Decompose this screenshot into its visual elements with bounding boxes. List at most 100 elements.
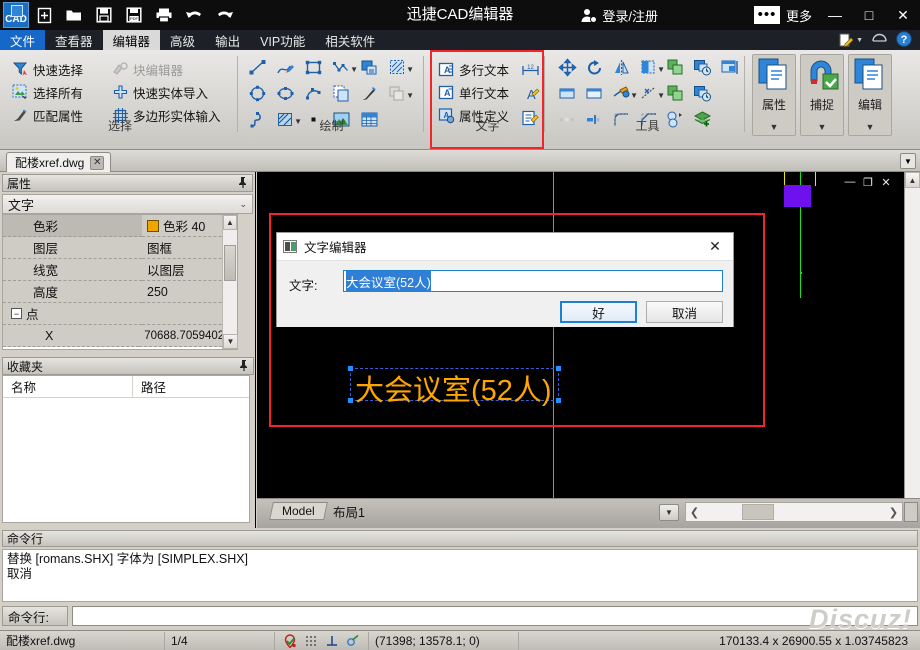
dimension-icon[interactable]: 12 [518,58,542,82]
offset-time-icon[interactable] [690,55,714,79]
table-row[interactable]: 色彩 色彩 40 ⌄ [3,215,237,237]
polar-icon[interactable] [346,634,360,648]
menu-item-vip[interactable]: VIP功能 [250,30,315,50]
text-input[interactable]: 大会议室(52人) [343,270,723,292]
rectangle-icon[interactable] [301,55,325,79]
table-row[interactable]: 线宽 以图层 [3,259,237,281]
copy-icon[interactable] [663,55,687,79]
help-icon[interactable]: ? [896,30,912,50]
multi-copy-icon[interactable]: ▼ [385,81,414,105]
canvas-text-entity[interactable]: 大会议室(52人) [355,367,552,409]
select-all-button[interactable]: 选择所有 [10,81,85,104]
maximize-button[interactable]: □ [852,0,886,30]
more-menu[interactable]: ••• 更多 [753,0,812,30]
table-row-group[interactable]: − 点 [3,303,237,325]
snap-big-button[interactable]: 捕捉 ▼ [800,54,844,136]
stretch-icon[interactable] [690,81,714,105]
scroll-left-icon[interactable]: ❮ [686,503,703,521]
menu-item-viewer[interactable]: 查看器 [45,30,103,50]
text-style-icon[interactable]: A [518,82,542,106]
explode-icon[interactable] [555,81,579,105]
scale-dropdown-icon[interactable]: ▼ [636,81,665,105]
move-icon[interactable] [555,55,579,79]
document-tab[interactable]: 配楼xref.dwg ✕ [6,152,112,172]
scroll-right-icon[interactable]: ❯ [885,503,902,521]
chevron-down-icon[interactable]: ▼ [770,122,779,132]
tab-model[interactable]: Model [269,502,328,520]
minimize-button[interactable]: — [818,0,852,30]
table-row[interactable]: X 70688.705940239 [3,325,237,347]
array-icon[interactable] [663,81,687,105]
overflow-dots-icon[interactable]: ••• [753,6,780,24]
canvas-vertical-scrollbar[interactable]: ▲ [904,172,920,498]
ellipse-icon[interactable] [273,81,297,105]
mdi-close-button[interactable]: ✕ [880,176,892,189]
singleline-text-button[interactable]: A 单行文本 [436,81,511,104]
ortho-icon[interactable] [325,634,339,648]
tab-overflow-button[interactable]: ▼ [900,153,916,169]
properties-big-button[interactable]: 属性 ▼ [752,54,796,136]
align-icon[interactable] [717,55,741,79]
save-icon[interactable] [89,0,119,30]
scroll-thumb[interactable] [224,245,236,281]
chevron-down-icon[interactable]: ▼ [406,91,414,100]
favorites-column-path[interactable]: 路径 [133,376,166,397]
chevron-down-icon[interactable]: ▼ [818,122,827,132]
rotate-icon[interactable] [582,55,606,79]
login-button[interactable]: 登录/注册 [580,0,658,30]
scroll-down-icon[interactable]: ▼ [223,334,238,349]
block-rectangle[interactable] [784,185,811,207]
new-icon[interactable] [29,0,59,30]
tab-layout1[interactable]: 布局1 [333,502,365,520]
home-icon[interactable] [872,33,887,48]
ok-button[interactable]: 好 [560,301,637,323]
pin-icon[interactable] [239,359,249,374]
close-button[interactable]: ✕ [886,0,920,30]
hscroll-thumb[interactable] [742,504,774,520]
scroll-up-icon[interactable]: ▲ [905,172,920,188]
mdi-restore-button[interactable]: ❐ [862,176,874,189]
properties-section-header[interactable]: 文字 ⌄ [2,194,253,214]
more-label[interactable]: 更多 [786,6,812,25]
open-icon[interactable] [59,0,89,30]
properties-scrollbar[interactable]: ▲ ▼ [222,215,238,349]
canvas-horizontal-scrollbar[interactable]: ❮ ❯ [685,502,903,522]
table-row[interactable]: 高度 250 [3,281,237,303]
redo-icon[interactable] [209,0,239,30]
hatch-region-icon[interactable]: ▼ [385,55,414,79]
menu-item-editor[interactable]: 编辑器 [102,30,161,50]
grid-icon[interactable] [304,634,318,648]
line-icon[interactable] [245,55,269,79]
scroll-up-icon[interactable]: ▲ [223,215,237,230]
favorites-column-name[interactable]: 名称 [3,376,133,397]
command-input[interactable] [72,606,918,626]
save-pdf-icon[interactable]: PDF [119,0,149,30]
chevron-down-icon[interactable]: ▼ [866,122,875,132]
osnap-icon[interactable] [283,633,297,648]
mirror-icon[interactable] [609,55,633,79]
menu-item-advanced[interactable]: 高级 [160,30,205,50]
drawing-canvas[interactable]: — ❐ ✕ ▲ [257,172,920,498]
edit-big-button[interactable]: 编辑 ▼ [848,54,892,136]
table-row[interactable]: 图层 图框 [3,237,237,259]
pin-icon[interactable] [238,176,248,191]
cancel-button[interactable]: 取消 [646,301,723,323]
menu-item-file[interactable]: 文件 [0,30,46,50]
collapse-icon[interactable]: − [11,308,22,319]
print-icon[interactable] [149,0,179,30]
block-insert-icon[interactable] [357,55,381,79]
menu-item-output[interactable]: 输出 [205,30,250,50]
dialog-close-button[interactable]: ✕ [703,238,727,255]
chevron-down-icon[interactable]: ▼ [406,65,414,74]
menu-item-related-software[interactable]: 相关软件 [315,30,385,50]
chevron-down-icon[interactable]: ⌄ [239,199,247,210]
pen-icon[interactable] [357,81,381,105]
polyline-edit-icon[interactable] [273,55,297,79]
join-icon[interactable] [582,81,606,105]
close-icon[interactable]: ✕ [90,155,105,170]
polyline-icon[interactable]: ▼ [329,55,358,79]
copy-entity-icon[interactable] [329,81,353,105]
mdi-minimize-button[interactable]: — [844,176,856,188]
clip-icon[interactable]: ▼ [636,55,665,79]
trim-dropdown-icon[interactable]: ▼ [609,81,638,105]
